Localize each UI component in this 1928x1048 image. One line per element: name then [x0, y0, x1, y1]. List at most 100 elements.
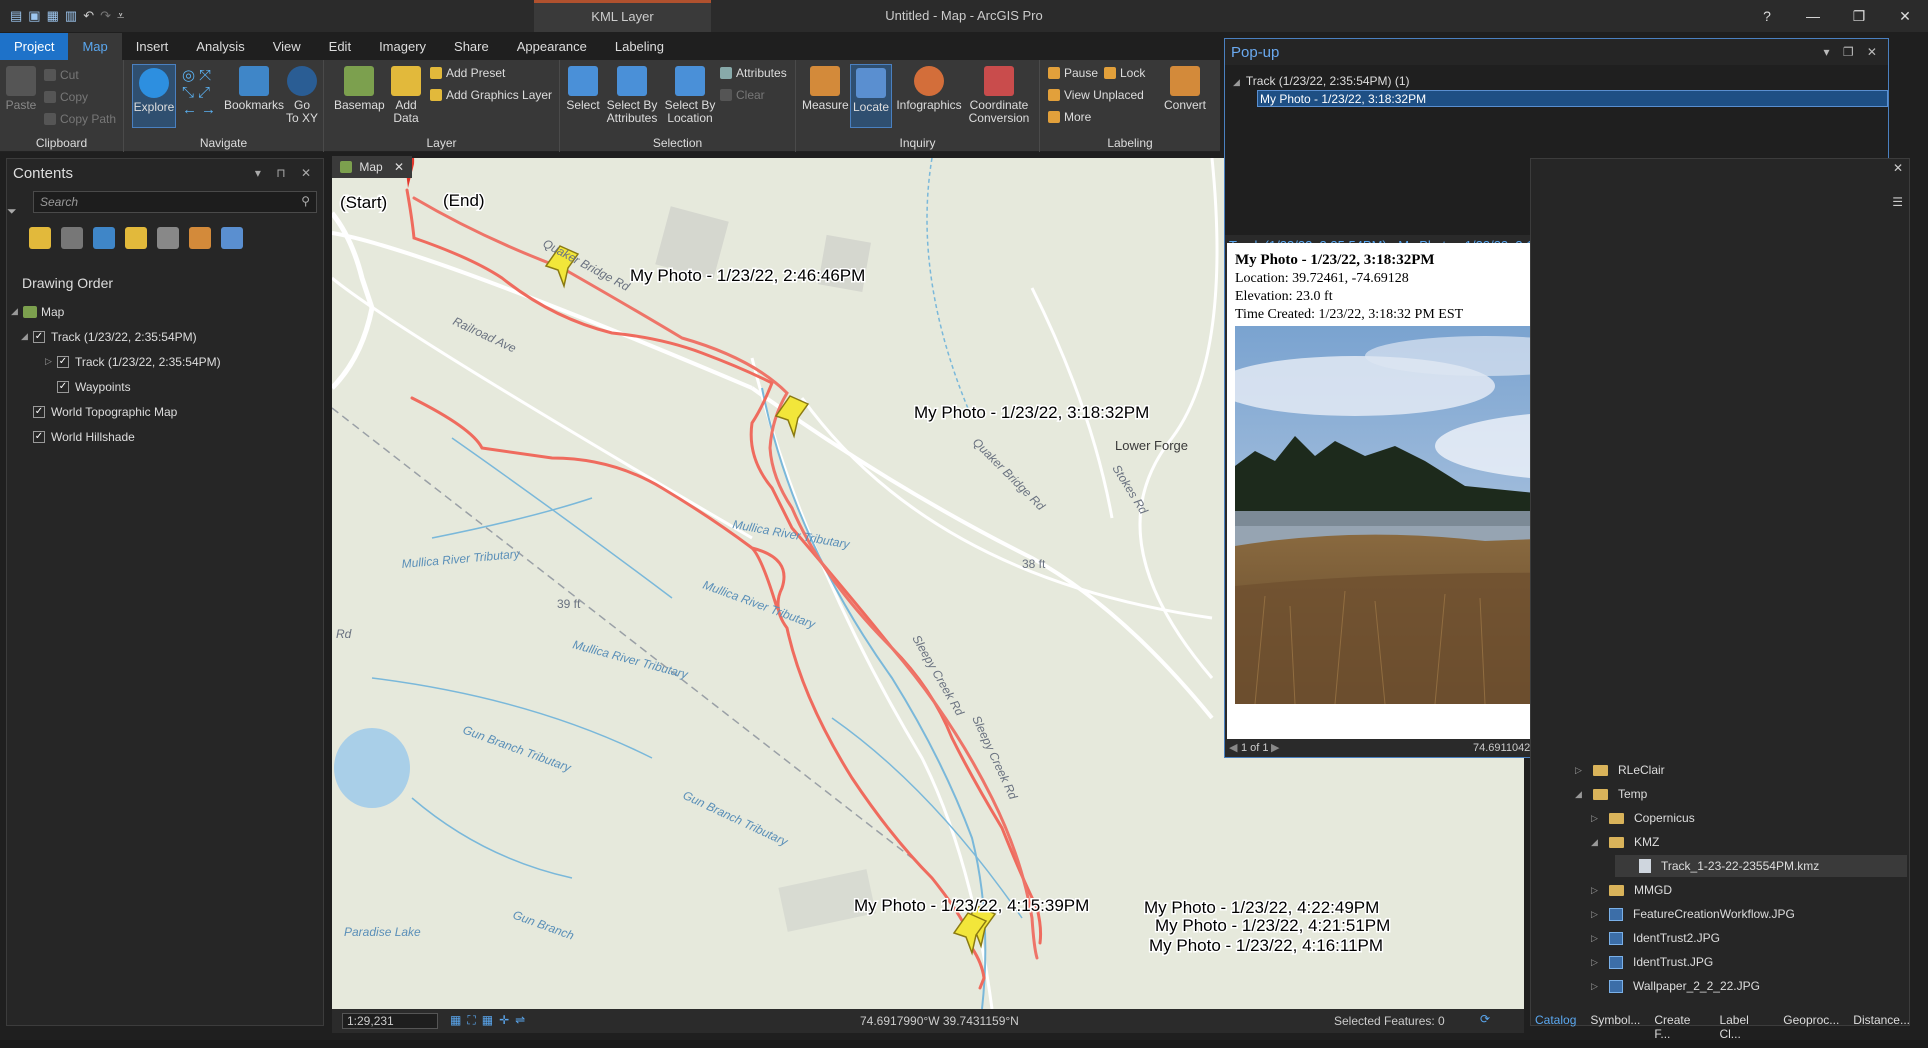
filter-icon[interactable]: ⏷	[7, 204, 17, 219]
save-as-icon[interactable]: ▥	[65, 8, 77, 24]
convert-button[interactable]: Convert	[1158, 66, 1212, 112]
select-by-location-button[interactable]: Select By Location	[662, 66, 718, 125]
more-labeling-button[interactable]: More	[1048, 110, 1091, 124]
photo-label[interactable]: My Photo - 1/23/22, 4:21:51PM	[1154, 915, 1392, 937]
open-icon[interactable]: ▣	[28, 8, 40, 24]
save-icon[interactable]: ▦	[47, 8, 59, 24]
catalog-menu-icon[interactable]: ☰	[1892, 195, 1903, 209]
tab-labeling[interactable]: Labeling	[601, 33, 678, 60]
expand-icon[interactable]: ▷	[1591, 909, 1609, 920]
kml-layer-context-tab[interactable]: KML Layer	[534, 0, 711, 32]
locate-button[interactable]: Locate	[850, 64, 892, 128]
list-by-snapping-icon[interactable]	[157, 227, 179, 249]
coordinate-readout[interactable]: 74.6917990°W 39.7431159°N	[860, 1014, 1019, 1028]
collapse-icon[interactable]: ◢	[21, 331, 33, 342]
tab-imagery[interactable]: Imagery	[365, 33, 440, 60]
expand-icon[interactable]: ▷	[1591, 885, 1609, 896]
explore-button[interactable]: Explore	[132, 64, 176, 128]
add-preset-button[interactable]: Add Preset	[430, 66, 505, 80]
expand-icon[interactable]: ◢	[1575, 789, 1593, 800]
add-graphics-layer-button[interactable]: Add Graphics Layer	[430, 88, 552, 102]
popup-tree-selected-item[interactable]: My Photo - 1/23/22, 3:18:32PM	[1257, 90, 1888, 107]
basemap-button[interactable]: Basemap	[334, 66, 385, 112]
coordinate-conversion-button[interactable]: Coordinate Conversion	[964, 66, 1034, 125]
select-button[interactable]: Select	[564, 66, 602, 112]
close-tab-icon[interactable]: ✕	[394, 160, 404, 174]
catalog-item[interactable]: ▷ MMGD	[1531, 879, 1672, 901]
catalog-close-icon[interactable]: ✕	[1893, 161, 1903, 175]
visibility-checkbox[interactable]: ✓	[57, 380, 69, 393]
tab-geoprocessing[interactable]: Geoproc...	[1783, 1013, 1839, 1033]
tab-insert[interactable]: Insert	[122, 33, 183, 60]
clear-selection-button[interactable]: Clear	[720, 88, 765, 102]
tab-label-class[interactable]: Label Cl...	[1719, 1013, 1769, 1041]
tab-create-features[interactable]: Create F...	[1654, 1013, 1705, 1041]
go-to-xy-button[interactable]: Go To XY	[284, 66, 320, 125]
tab-symbology[interactable]: Symbol...	[1590, 1013, 1640, 1033]
tab-distance[interactable]: Distance...	[1853, 1013, 1910, 1033]
tab-analysis[interactable]: Analysis	[182, 33, 258, 60]
photo-label[interactable]: My Photo - 1/23/22, 4:15:39PM	[853, 895, 1091, 917]
expand-icon[interactable]: ▷	[1591, 933, 1609, 944]
expand-icon[interactable]: ▷	[1591, 981, 1609, 992]
layer-item-world-topographic[interactable]: ✓ World Topographic Map	[7, 399, 323, 424]
list-by-data-source-icon[interactable]	[61, 227, 83, 249]
new-project-icon[interactable]: ▤	[10, 8, 22, 24]
pause-labels-button[interactable]: Pause	[1048, 66, 1098, 80]
redo-icon[interactable]: ↷	[100, 8, 111, 24]
photo-label[interactable]: My Photo - 1/23/22, 4:22:49PM	[1143, 897, 1381, 919]
tab-view[interactable]: View	[259, 33, 315, 60]
map-tools-icons[interactable]: ▦⛶▦✛⇌	[450, 1013, 531, 1028]
close-button[interactable]: ✕	[1882, 0, 1928, 32]
expand-icon[interactable]: ◢	[1591, 837, 1609, 848]
infographics-button[interactable]: Infographics	[894, 66, 964, 112]
search-icon[interactable]: ⚲	[301, 194, 310, 208]
photo-label[interactable]: My Photo - 1/23/22, 2:46:46PM	[629, 265, 867, 287]
visibility-checkbox[interactable]: ✓	[57, 355, 69, 368]
minimize-button[interactable]: —	[1790, 0, 1836, 32]
expand-icon[interactable]: ▷	[1575, 765, 1593, 776]
layer-item-track[interactable]: ▷ ✓ Track (1/23/22, 2:35:54PM)	[7, 349, 323, 374]
lock-labels-button[interactable]: Lock	[1104, 66, 1145, 80]
photo-label[interactable]: My Photo - 1/23/22, 4:16:11PM	[1148, 935, 1385, 957]
expand-icon[interactable]: ▷	[1591, 957, 1609, 968]
pane-controls[interactable]: ▾ ⊓ ✕	[255, 166, 317, 180]
map-view-tab[interactable]: Map ✕	[332, 156, 413, 178]
measure-button[interactable]: Measure	[802, 66, 849, 112]
previous-icon[interactable]: ◀	[1229, 739, 1237, 757]
undo-icon[interactable]: ↶	[83, 8, 94, 24]
collapse-icon[interactable]: ◢	[1233, 77, 1240, 87]
copy-path-button[interactable]: Copy Path	[44, 112, 116, 126]
visibility-checkbox[interactable]: ✓	[33, 430, 45, 443]
catalog-item[interactable]: ◢ Temp	[1531, 783, 1647, 805]
list-by-editing-icon[interactable]	[125, 227, 147, 249]
cut-button[interactable]: Cut	[44, 68, 79, 82]
attributes-button[interactable]: Attributes	[720, 66, 787, 80]
catalog-item[interactable]: ▷ FeatureCreationWorkflow.JPG	[1531, 903, 1795, 925]
list-by-labeling-icon[interactable]	[189, 227, 211, 249]
tab-share[interactable]: Share	[440, 33, 503, 60]
expand-icon[interactable]: ▷	[45, 356, 57, 367]
catalog-item[interactable]: ◢ KMZ	[1531, 831, 1659, 853]
tab-catalog[interactable]: Catalog	[1535, 1013, 1576, 1033]
catalog-item[interactable]: ▷ RLeClair	[1531, 759, 1665, 781]
contents-search-input[interactable]: Search ⚲	[33, 191, 317, 213]
layer-item-track-group[interactable]: ◢ ✓ Track (1/23/22, 2:35:54PM)	[7, 324, 323, 349]
bookmarks-button[interactable]: Bookmarks	[224, 66, 284, 112]
list-by-perspective-icon[interactable]	[221, 227, 243, 249]
view-unplaced-button[interactable]: View Unplaced	[1048, 88, 1144, 102]
paste-button[interactable]: Paste	[4, 66, 38, 112]
list-by-drawing-order-icon[interactable]	[29, 227, 51, 249]
layer-item-waypoints[interactable]: ✓ Waypoints	[7, 374, 323, 399]
zoom-tools-icons[interactable]: ◎⤧ ⤡⤢ ←→	[182, 66, 220, 118]
catalog-item[interactable]: ▷ IdentTrust.JPG	[1531, 951, 1713, 973]
tab-project[interactable]: Project	[0, 33, 69, 60]
maximize-button[interactable]: ❐	[1836, 0, 1882, 32]
visibility-checkbox[interactable]: ✓	[33, 330, 45, 343]
catalog-item[interactable]: Track_1-23-22-23554PM.kmz	[1615, 855, 1907, 877]
catalog-item[interactable]: ▷ Wallpaper_2_2_22.JPG	[1531, 975, 1760, 997]
collapse-icon[interactable]: ◢	[11, 306, 23, 317]
help-button[interactable]: ?	[1744, 0, 1790, 32]
tab-edit[interactable]: Edit	[315, 33, 365, 60]
catalog-item[interactable]: ▷ Copernicus	[1531, 807, 1695, 829]
